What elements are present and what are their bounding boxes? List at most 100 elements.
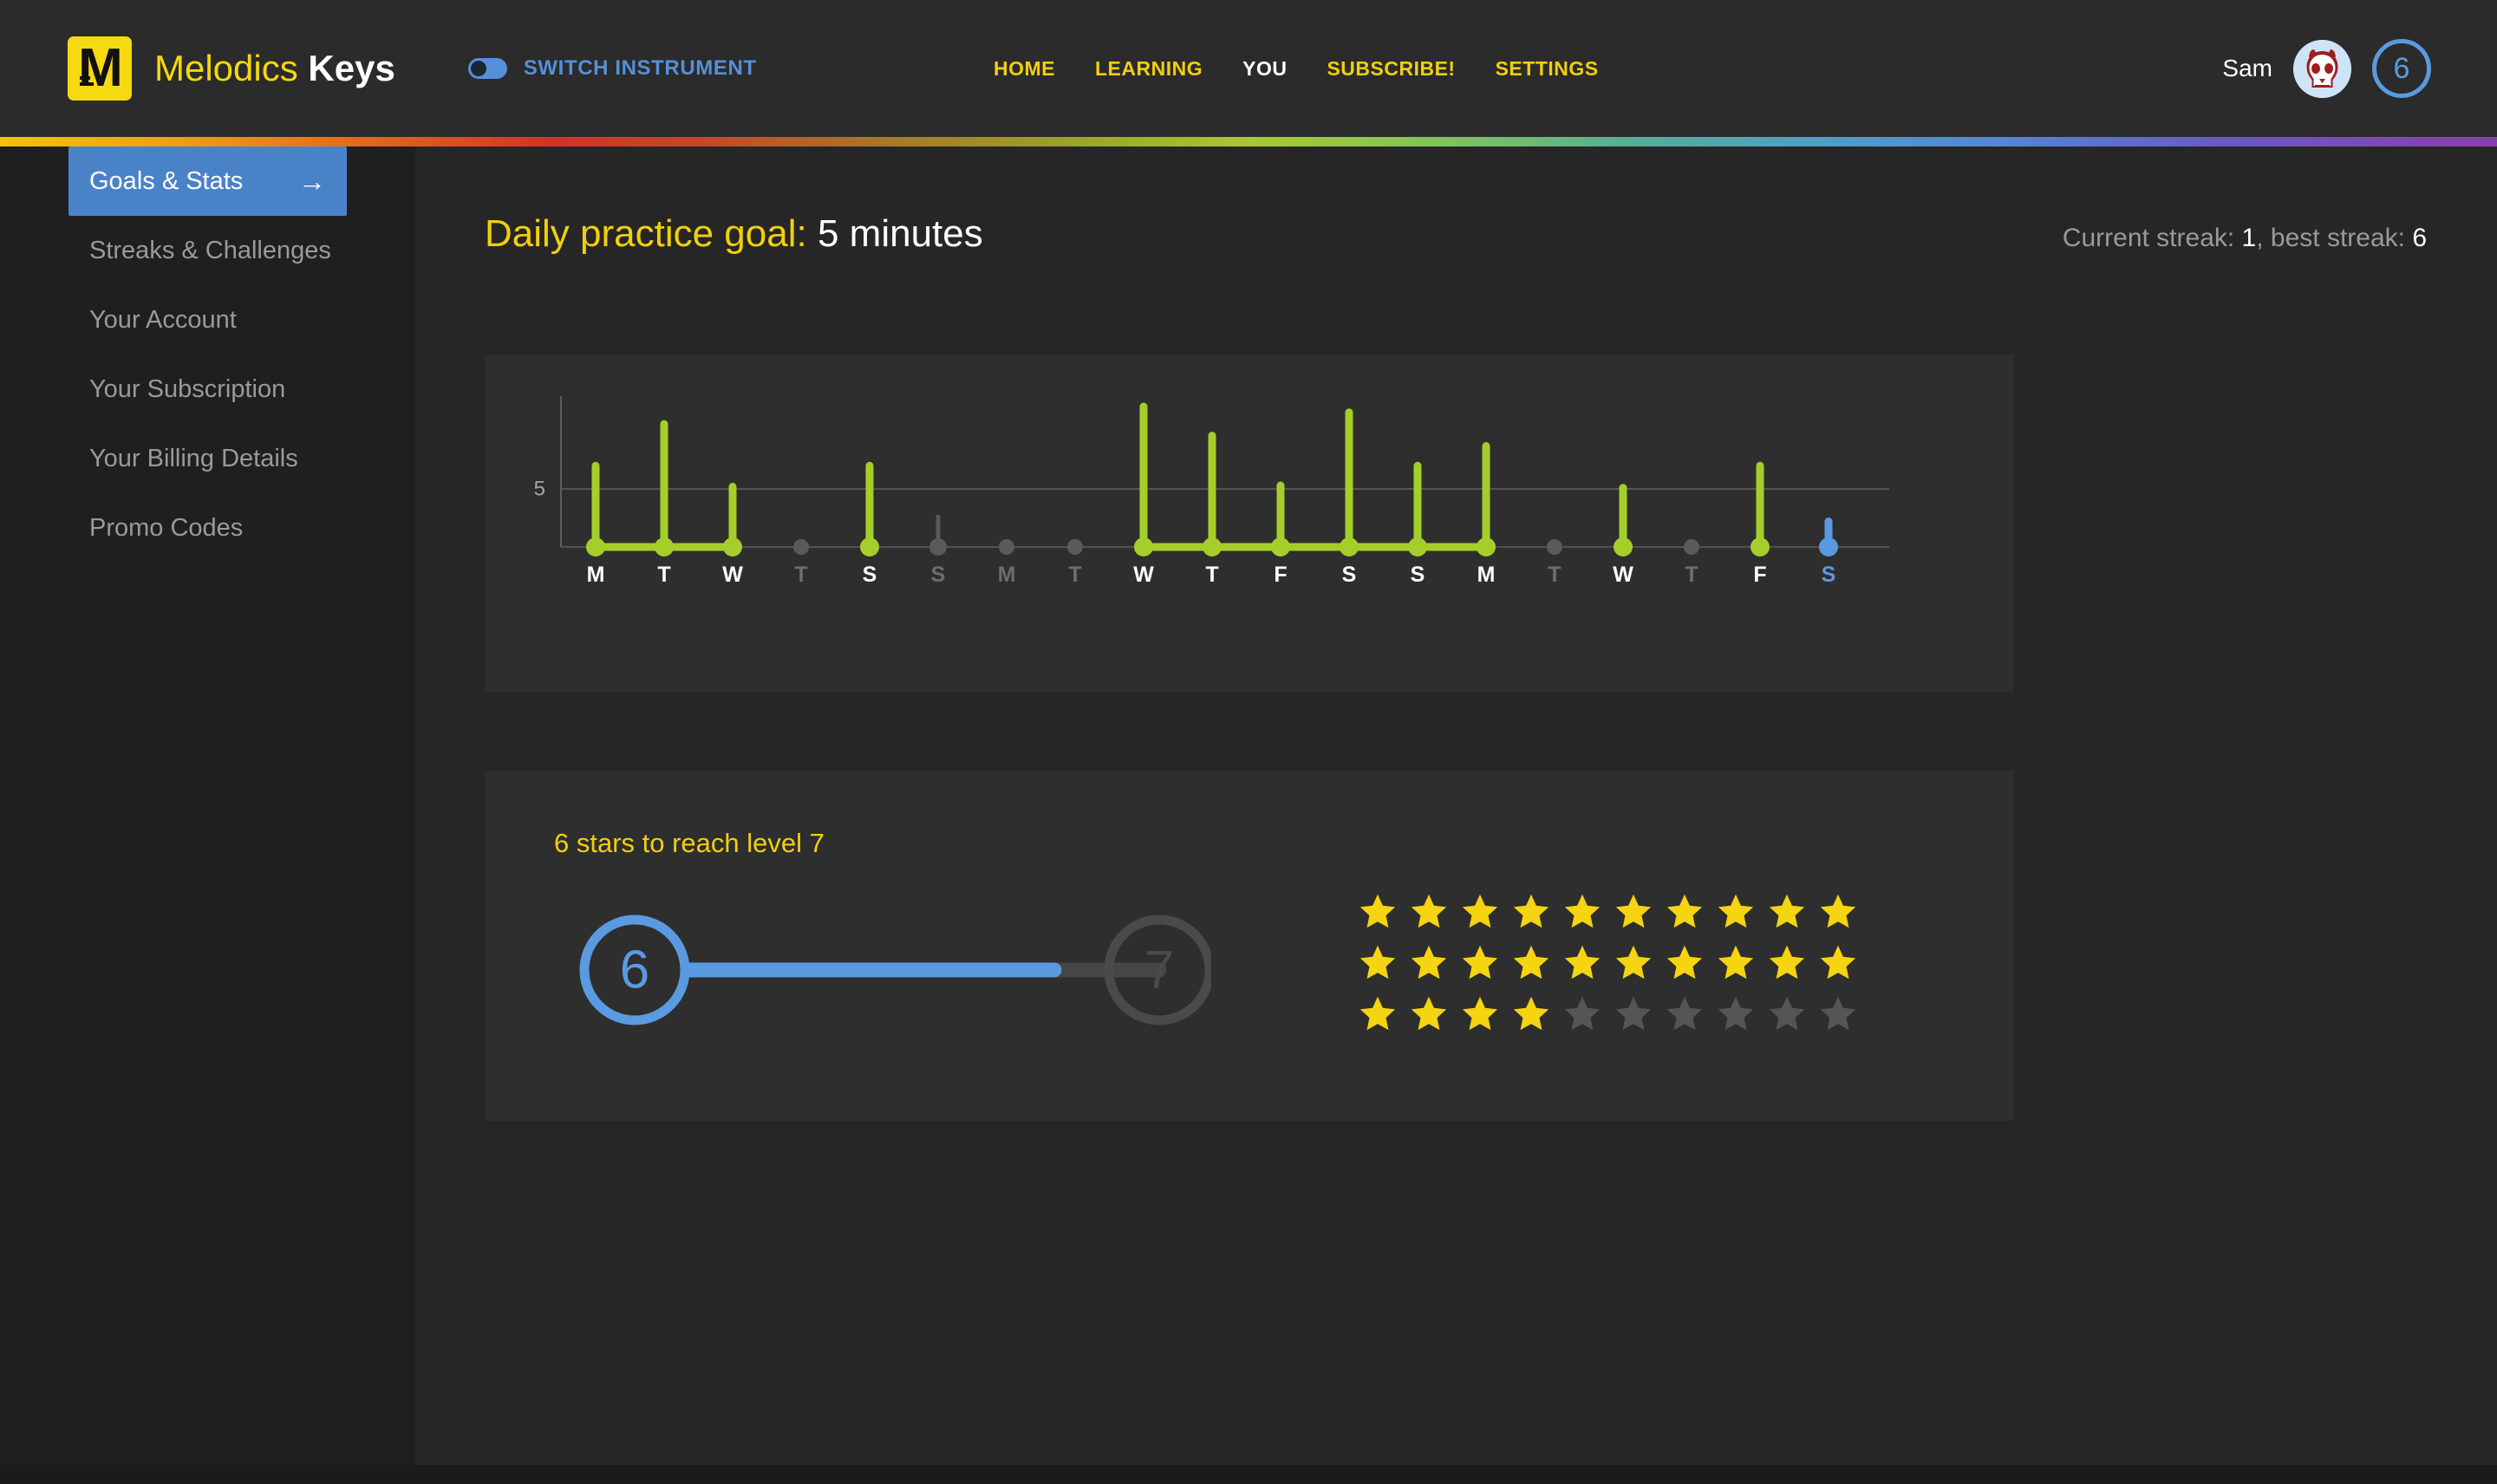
chart-day-label: T [1068,563,1081,587]
logo-letter: M [78,38,123,98]
bottom-strip [0,1465,2497,1484]
star-filled-icon [1615,945,1651,979]
next-level-value: 7 [1144,941,1174,1000]
current-streak-value: 1 [2241,224,2257,252]
chart-day-dot [723,537,742,556]
switch-instrument-label: SWITCH INSTRUMENT [523,56,757,80]
sidebar-item-label: Promo Codes [89,513,244,542]
chart-day-label: S [1342,563,1357,587]
skull-avatar-icon [2293,39,2351,98]
chart-day-dot [655,537,674,556]
chart-day-dot [586,537,605,556]
chart-day-dot [1751,537,1770,556]
brand-logo-group[interactable]: M Melodics Keys [68,36,395,101]
nav-item-settings[interactable]: SETTINGS [1496,57,1599,81]
chart-day-label: M [587,563,605,587]
chart-day-label: T [657,563,670,587]
sidebar-item-your-account[interactable]: Your Account [0,285,415,355]
chart-day-label: T [794,563,807,587]
star-filled-icon [1769,894,1804,928]
app-header: M Melodics Keys SWITCH INSTRUMENT HOME LE… [0,0,2497,137]
star-filled-icon [1666,945,1702,979]
avatar[interactable] [2293,39,2351,98]
star-filled-icon [1359,996,1395,1030]
melodics-logo-icon: M [68,36,132,101]
main-navigation: HOME LEARNING YOU SUBSCRIBE! SETTINGS [994,0,1599,137]
brand-secondary: Keys [308,48,395,88]
star-filled-icon [1564,894,1600,928]
star-filled-icon [1820,894,1855,928]
streak-middle: , best streak: [2256,224,2413,252]
toggle-switch-icon[interactable] [467,58,507,79]
chart-day-dot [793,539,809,555]
chart-day-dot [1203,537,1222,556]
rainbow-divider [0,137,2497,146]
nav-item-learning[interactable]: LEARNING [1095,57,1203,81]
sidebar-item-your-billing-details[interactable]: Your Billing Details [0,424,415,493]
chart-day-label: T [1205,563,1218,587]
nav-item-subscribe[interactable]: SUBSCRIBE! [1327,57,1455,81]
chart-day-dot [1340,537,1359,556]
star-filled-icon [1411,996,1446,1030]
nav-item-you[interactable]: YOU [1242,57,1287,81]
chart-day-label: W [1133,563,1154,587]
chart-day-label: W [722,563,743,587]
star-filled-icon [1411,945,1446,979]
chart-day-label: M [998,563,1016,587]
user-level-value: 6 [2393,51,2410,85]
nav-item-home[interactable]: HOME [994,57,1055,81]
level-progress-track: 7 6 [579,914,1211,1025]
goal-header-row: Daily practice goal: 5 minutes Current s… [485,212,2427,256]
star-filled-icon [1513,996,1548,1030]
star-filled-icon [1462,996,1497,1030]
logo-bars-icon [80,76,94,86]
practice-chart-panel: 5 M T W T S S M T W T F S S M T W T F S [485,355,2014,693]
star-filled-icon [1820,945,1855,979]
sidebar: Goals & Stats → Streaks & Challenges Your A… [0,146,415,1465]
switch-instrument-button[interactable]: SWITCH INSTRUMENT [467,56,757,81]
chart-day-label: F [1753,563,1766,587]
current-level-value: 6 [620,941,649,1000]
star-filled-icon [1615,894,1651,928]
chart-day-label: F [1274,563,1287,587]
sidebar-item-label: Streaks & Challenges [89,236,331,264]
sidebar-item-label: Your Account [89,305,237,334]
user-level-badge[interactable]: 6 [2372,39,2431,98]
chart-day-dot [1067,539,1083,555]
star-filled-icon [1359,894,1395,928]
stars-to-next-level-text: 6 stars to reach level 7 [554,828,825,858]
chart-day-dot [1684,539,1699,555]
sidebar-item-label: Your Billing Details [89,444,298,472]
star-filled-icon [1462,945,1497,979]
sidebar-item-promo-codes[interactable]: Promo Codes [0,493,415,563]
star-empty-icon [1820,996,1855,1030]
star-filled-icon [1564,945,1600,979]
star-filled-icon [1513,945,1548,979]
chart-day-dot [1614,537,1633,556]
chart-day-label: M [1477,563,1496,587]
chart-day-dot [860,537,879,556]
chart-day-dot [1134,537,1153,556]
streak-summary: Current streak: 1, best streak: 6 [2063,224,2427,253]
chart-day-label: T [1548,563,1561,587]
best-streak-value: 6 [2412,224,2427,252]
star-filled-icon [1513,894,1548,928]
chart-day-dot [1408,537,1427,556]
star-empty-icon [1564,996,1600,1030]
y-tick-label: 5 [534,478,545,501]
sidebar-item-your-subscription[interactable]: Your Subscription [0,355,415,424]
star-empty-icon [1615,996,1651,1030]
page-title: Daily practice goal: 5 minutes [485,212,983,256]
chart-day-label: S [1411,563,1425,587]
chart-day-label: S [931,563,946,587]
chart-day-dot [999,539,1014,555]
chart-day-dot [929,538,947,556]
stars-grid [1352,885,1863,1038]
sidebar-item-goals-stats[interactable]: Goals & Stats → [68,146,347,216]
brand-title: Melodics Keys [154,48,395,89]
chart-day-label: S [863,563,877,587]
sidebar-item-label: Your Subscription [89,374,286,403]
chart-day-dot [1477,537,1496,556]
sidebar-item-streaks-challenges[interactable]: Streaks & Challenges [0,216,415,285]
chart-day-label: W [1613,563,1633,587]
